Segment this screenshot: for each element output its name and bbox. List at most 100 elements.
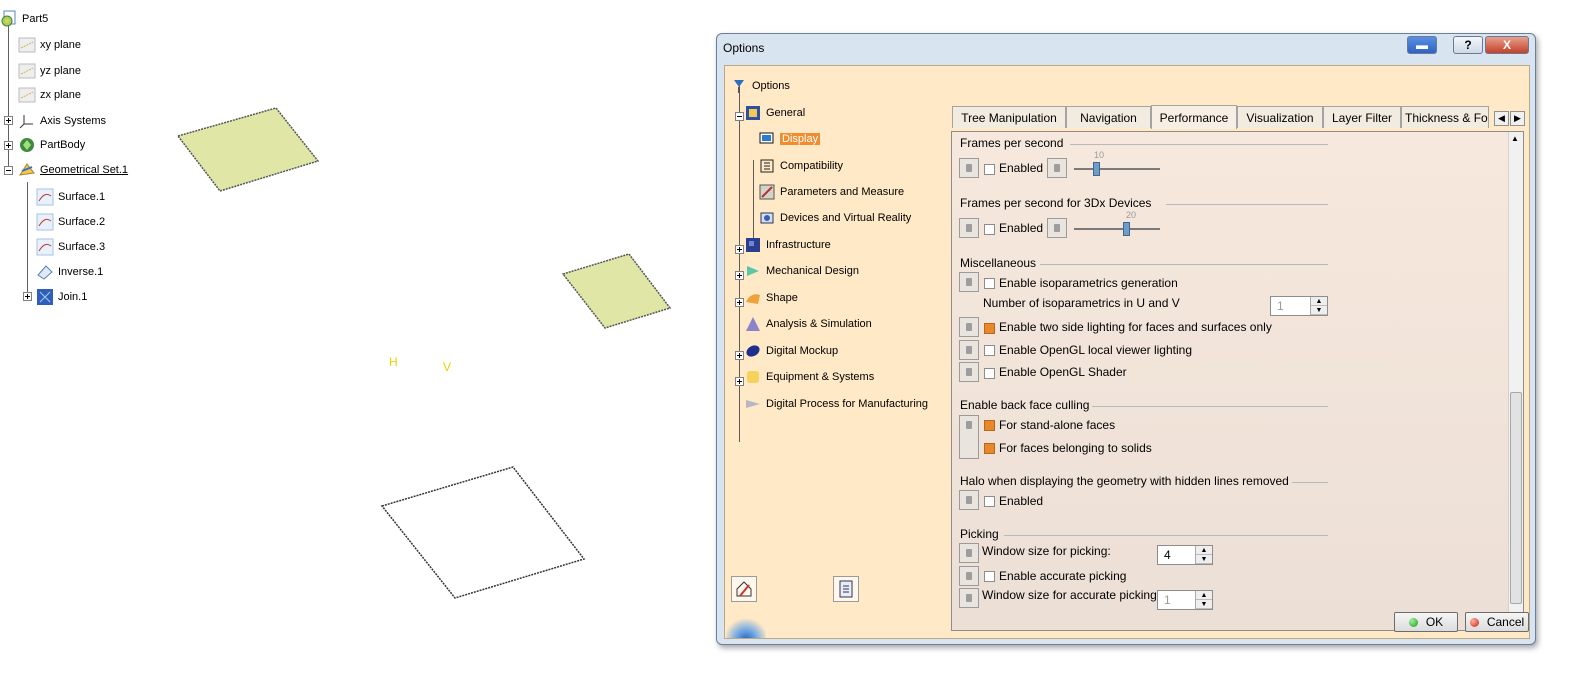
performance-panel: Frames per second Enabled 10 Frames per …	[951, 131, 1524, 631]
separator	[1040, 264, 1328, 265]
fps3d-slider-value: 20	[1126, 210, 1137, 220]
category-digital-mockup[interactable]: Digital Mockup	[745, 343, 838, 359]
compatibility-icon	[759, 158, 775, 174]
tab-thickness-font[interactable]: Thickness & Fo	[1401, 106, 1489, 128]
lock-button[interactable]	[959, 218, 979, 238]
lock-button[interactable]	[959, 588, 979, 608]
expand-mechanical-design[interactable]	[735, 271, 744, 280]
cancel-button[interactable]: Cancel	[1465, 612, 1529, 632]
solid-faces-checkbox[interactable]	[984, 443, 995, 454]
tab-navigation[interactable]: Navigation	[1066, 106, 1151, 128]
collapse-general[interactable]	[735, 112, 744, 121]
separator	[1092, 406, 1328, 407]
digital-mockup-icon	[745, 343, 761, 359]
category-label: Parameters and Measure	[780, 186, 905, 198]
ok-icon	[1408, 617, 1418, 627]
category-label: Devices and Virtual Reality	[780, 212, 912, 224]
surface-3-shape[interactable]	[380, 466, 586, 599]
options-settings-button[interactable]	[833, 576, 859, 602]
tab-scroll-left-button[interactable]: ◀	[1494, 111, 1509, 126]
spin-down-icon[interactable]: ▼	[1311, 306, 1327, 315]
lock-button[interactable]	[959, 566, 979, 586]
lock-button[interactable]	[1047, 158, 1067, 178]
fps3d-slider-thumb[interactable]	[1122, 222, 1130, 236]
spin-up-icon[interactable]: ▲	[1311, 297, 1327, 306]
globe-decoration	[726, 610, 766, 638]
isoparam-checkbox[interactable]	[984, 278, 995, 289]
window-size-value: 4	[1164, 548, 1171, 562]
help-button[interactable]: ?	[1453, 36, 1483, 54]
ok-button[interactable]: OK	[1394, 612, 1458, 632]
accurate-size-value: 1	[1164, 593, 1171, 607]
fps-enabled-label: Enabled	[999, 161, 1044, 175]
category-infrastructure[interactable]: Infrastructure	[745, 237, 831, 253]
tab-tree-manipulation[interactable]: Tree Manipulation	[952, 106, 1066, 128]
expand-infrastructure[interactable]	[735, 245, 744, 254]
lock-button[interactable]	[959, 490, 979, 510]
accurate-size-spinner[interactable]: 1 ▲ ▼	[1157, 590, 1213, 610]
3d-viewport[interactable]	[0, 0, 710, 686]
local-viewer-checkbox[interactable]	[984, 345, 995, 356]
category-equipment-systems[interactable]: Equipment & Systems	[745, 369, 874, 385]
reset-options-button[interactable]	[731, 576, 757, 602]
tab-label: Layer Filter	[1331, 110, 1393, 125]
standalone-faces-checkbox[interactable]	[984, 420, 995, 431]
parameters-icon	[759, 184, 775, 200]
lock-button[interactable]	[959, 543, 979, 563]
fps-slider-thumb[interactable]	[1092, 162, 1100, 176]
accurate-picking-checkbox[interactable]	[984, 571, 995, 582]
spin-up-icon[interactable]: ▲	[1196, 546, 1212, 555]
category-devices-vr[interactable]: Devices and Virtual Reality	[759, 210, 911, 226]
separator	[1292, 482, 1328, 483]
spin-down-icon[interactable]: ▼	[1196, 600, 1212, 609]
lock-button[interactable]	[959, 272, 979, 292]
num-isoparam-spinner[interactable]: 1 ▲ ▼	[1270, 296, 1328, 316]
lock-button[interactable]	[1047, 218, 1067, 238]
lock-button[interactable]	[959, 362, 979, 382]
panel-scrollbar[interactable]: ▲ ▼	[1508, 132, 1523, 629]
expand-digital-mockup[interactable]	[735, 351, 744, 360]
minimize-button[interactable]: ▬	[1407, 36, 1437, 54]
window-size-spinner[interactable]: 4 ▲ ▼	[1157, 545, 1213, 565]
category-mechanical-design[interactable]: Mechanical Design	[745, 263, 859, 279]
category-digital-process[interactable]: Digital Process for Manufacturing	[745, 396, 928, 412]
options-root[interactable]: Options	[731, 78, 790, 94]
spin-down-icon[interactable]: ▼	[1196, 555, 1212, 564]
ok-label: OK	[1425, 615, 1444, 629]
lock-button[interactable]	[959, 317, 979, 337]
tab-scroll-right-button[interactable]: ▶	[1510, 111, 1525, 126]
fps3d-enabled-label: Enabled	[999, 221, 1044, 235]
surface-1-shape[interactable]	[176, 107, 320, 192]
scrollbar-thumb[interactable]	[1510, 392, 1522, 604]
category-display[interactable]: Display	[759, 131, 821, 147]
lock-button[interactable]	[959, 415, 979, 459]
fps3d-enabled-checkbox[interactable]	[984, 224, 995, 235]
num-isoparam-label: Number of isoparametrics in U and V	[983, 296, 1180, 310]
tab-performance[interactable]: Performance	[1151, 105, 1237, 129]
halo-enabled-label: Enabled	[999, 494, 1044, 508]
scroll-up-icon[interactable]: ▲	[1511, 134, 1519, 143]
surface-2-shape[interactable]	[561, 253, 672, 329]
fps-enabled-checkbox[interactable]	[984, 164, 995, 175]
halo-enabled-checkbox[interactable]	[984, 496, 995, 507]
two-side-lighting-checkbox[interactable]	[984, 323, 995, 334]
expand-equipment-systems[interactable]	[735, 377, 744, 386]
lock-button[interactable]	[959, 158, 979, 178]
tab-label: Visualization	[1246, 110, 1314, 125]
category-label: General	[766, 107, 806, 119]
opengl-shader-checkbox[interactable]	[984, 368, 995, 379]
spin-up-icon[interactable]: ▲	[1196, 591, 1212, 600]
category-compatibility[interactable]: Compatibility	[759, 158, 843, 174]
close-button[interactable]: X	[1485, 36, 1529, 54]
cancel-icon	[1469, 617, 1479, 627]
category-analysis-simulation[interactable]: Analysis & Simulation	[745, 316, 872, 332]
expand-shape[interactable]	[735, 298, 744, 307]
category-parameters-measure[interactable]: Parameters and Measure	[759, 184, 904, 200]
category-general[interactable]: General	[745, 105, 805, 121]
tab-visualization[interactable]: Visualization	[1237, 106, 1323, 128]
isoparam-label: Enable isoparametrics generation	[999, 276, 1178, 290]
lock-button[interactable]	[959, 340, 979, 360]
tab-layer-filter[interactable]: Layer Filter	[1323, 106, 1401, 128]
category-shape[interactable]: Shape	[745, 290, 798, 306]
fps-slider-track	[1074, 168, 1160, 170]
